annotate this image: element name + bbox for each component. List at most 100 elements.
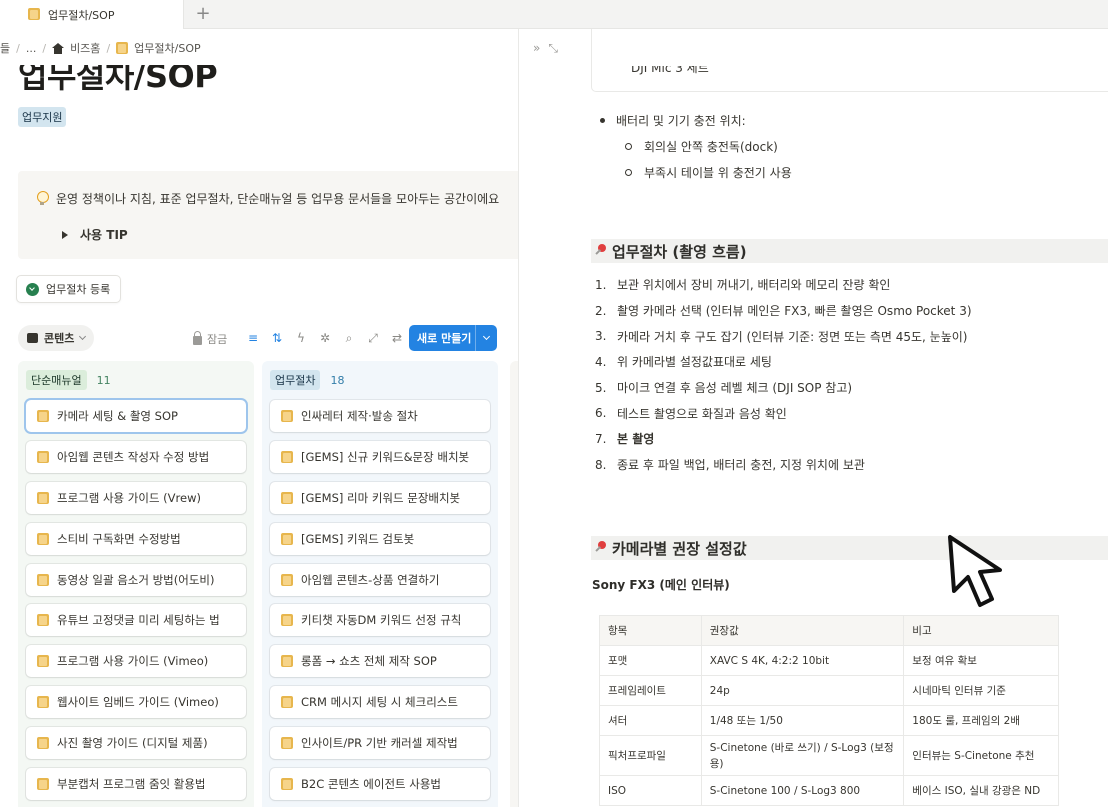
- register-procedure-button[interactable]: 업무절차 등록: [16, 275, 122, 303]
- automation-icon[interactable]: ϟ: [289, 330, 313, 346]
- card-title: 부분캡처 프로그램 줌잇 활용법: [57, 777, 206, 792]
- table-cell: S-Cinetone (바로 쓰기) / S-Log3 (보정용): [700, 735, 905, 776]
- peek-toolbar: » ⤡: [533, 41, 558, 56]
- category-tag[interactable]: 업무지원: [18, 107, 67, 127]
- step-item: 5. 마이크 연결 후 음성 레벨 체크 (DJI SOP 참고): [595, 380, 853, 396]
- settings-icon[interactable]: ⇄: [385, 330, 409, 346]
- board-card[interactable]: 프로그램 사용 가이드 (Vrew): [26, 481, 246, 514]
- folder-icon: [37, 410, 49, 422]
- camera-subheading: Sony FX3 (메인 인터뷰): [592, 578, 730, 592]
- board-card[interactable]: 롱폼 → 쇼츠 전체 제작 SOP: [270, 645, 490, 678]
- table-cell: 포맷: [599, 645, 702, 676]
- page-title: 업무절차/SOP: [18, 57, 218, 95]
- folder-icon: [37, 778, 49, 791]
- home-icon: [52, 42, 65, 54]
- card-title: [GEMS] 리마 키워드 문장배치봇: [301, 490, 461, 505]
- step-item: 4. 위 카메라별 설정값표대로 세팅: [595, 354, 772, 370]
- lock-label: 잠금: [207, 333, 228, 346]
- view-name: 콘텐츠: [44, 332, 75, 345]
- board-card[interactable]: 사진 촬영 가이드 (디지털 제품): [26, 727, 246, 760]
- breadcrumb-item[interactable]: 들: [0, 40, 10, 56]
- board-card[interactable]: [GEMS] 키워드 검토봇: [270, 522, 490, 555]
- folder-icon: [281, 532, 293, 545]
- column-name: 단순매뉴얼: [26, 370, 87, 390]
- board-card[interactable]: 유튜브 고정댓글 미리 세팅하는 법: [26, 604, 246, 637]
- board-card[interactable]: 부분캡처 프로그램 줌잇 활용법: [26, 768, 246, 801]
- board-card[interactable]: 웹사이트 임베드 가이드 (Vimeo): [26, 686, 246, 719]
- board-card[interactable]: 인사이트/PR 기반 캐러셀 제작법: [270, 727, 490, 760]
- register-button-label: 업무절차 등록: [46, 283, 111, 296]
- table-cell: 셔터: [599, 705, 702, 736]
- folder-icon: [281, 696, 293, 709]
- card-title: 인사이트/PR 기반 캐러셀 제작법: [301, 736, 458, 751]
- folder-icon: [28, 8, 40, 20]
- table-cell: 24p: [700, 675, 905, 706]
- toggle-triangle-icon[interactable]: [62, 230, 68, 239]
- folder-icon: [37, 450, 49, 463]
- folder-icon: [37, 696, 49, 709]
- card-title: 롱폼 → 쇼츠 전체 제작 SOP: [301, 654, 437, 669]
- bullet-item: 배터리 및 기기 충전 위치:: [594, 108, 792, 134]
- expand-icon[interactable]: ⤢: [361, 330, 385, 346]
- filter-icon[interactable]: ≡: [241, 330, 265, 346]
- board-card[interactable]: [GEMS] 리마 키워드 문장배치봇: [270, 481, 490, 514]
- search-icon[interactable]: ⌕: [337, 330, 361, 346]
- card-title: 유튜브 고정댓글 미리 세팅하는 법: [57, 613, 220, 628]
- card-title: [GEMS] 신규 키워드&문장 배치봇: [301, 449, 470, 464]
- breadcrumb-item-sop[interactable]: 업무절차/SOP: [134, 40, 200, 56]
- breadcrumb-item-bizhome[interactable]: 비즈홈: [70, 40, 100, 56]
- database-page: 들 / ... / 비즈홈 / 업무절차/SOP 업무절차/SOP 업무지원 운…: [0, 29, 518, 807]
- card-title: 프로그램 사용 가이드 (Vrew): [57, 490, 201, 505]
- close-peek-icon[interactable]: »: [533, 41, 540, 56]
- heading-text: 업무절차 (촬영 흐름): [612, 242, 747, 261]
- card-title: 동영상 일괄 음소거 방법(어도비): [57, 572, 215, 587]
- lock-toggle[interactable]: 잠금: [193, 330, 228, 347]
- step-item: 2. 촬영 카메라 선택 (인터뷰 메인은 FX3, 빠른 촬영은 Osmo Po…: [595, 303, 972, 319]
- breadcrumb-separator: /: [106, 41, 111, 55]
- board-card[interactable]: 아임웹 콘텐츠-상품 연결하기: [270, 563, 490, 596]
- column-name: 업무절차: [270, 370, 321, 390]
- folder-icon: [281, 778, 293, 791]
- section-heading-procedure: 업무절차 (촬영 흐름): [591, 239, 1108, 263]
- film-icon: [27, 333, 38, 343]
- step-item: 1. 보관 위치에서 장비 꺼내기, 배터리와 메모리 잔량 확인: [595, 277, 891, 293]
- expand-page-icon[interactable]: ⤡: [548, 41, 558, 56]
- board-card[interactable]: B2C 콘텐츠 에이전트 사용법: [270, 768, 490, 801]
- tab-sop[interactable]: 업무절차/SOP: [0, 0, 184, 29]
- card-title: 아임웹 콘텐츠 작성자 수정 방법: [57, 449, 210, 464]
- folder-icon: [281, 655, 293, 668]
- table-row: 셔터 1/48 또는 1/50 180도 룰, 프레임의 2배: [599, 705, 1059, 736]
- view-selector[interactable]: 콘텐츠: [18, 325, 95, 351]
- table-row: 픽처프로파일 S-Cinetone (바로 쓰기) / S-Log3 (보정용)…: [599, 735, 1059, 776]
- board-card[interactable]: 키티챗 자동DM 키워드 선정 규칙: [270, 604, 490, 637]
- breadcrumb-ellipsis[interactable]: ...: [26, 42, 37, 55]
- board-card[interactable]: 스티비 구독화면 수정방법: [26, 522, 246, 555]
- board-card[interactable]: [GEMS] 신규 키워드&문장 배치봇: [270, 440, 490, 473]
- toggle-tips[interactable]: 사용 TIP: [62, 226, 128, 243]
- card-title: 카메라 세팅 & 촬영 SOP: [57, 409, 178, 423]
- folder-icon: [37, 655, 49, 668]
- board-card[interactable]: 아임웹 콘텐츠 작성자 수정 방법: [26, 440, 246, 473]
- table-cell: 시네마틱 인터뷰 기준: [903, 675, 1059, 706]
- view-toolbar: 콘텐츠 잠금 ≡ ⇅ ϟ ✲ ⌕ ⤢ ⇄ 새로 만들기: [0, 324, 518, 352]
- sort-icon[interactable]: ⇅: [265, 330, 289, 346]
- new-button-dropdown[interactable]: [476, 332, 497, 341]
- breadcrumb-separator: /: [16, 41, 20, 55]
- folder-icon: [37, 491, 49, 504]
- step-item: 3. 카메라 거치 후 구도 잡기 (인터뷰 기준: 정면 또는 측면 45도, …: [595, 329, 968, 344]
- new-tab-button[interactable]: +: [192, 3, 214, 25]
- board-card[interactable]: CRM 메시지 세팅 시 체크리스트: [270, 686, 490, 719]
- board-card[interactable]: 동영상 일괄 음소거 방법(어도비): [26, 563, 246, 596]
- section-heading-settings: 카메라별 권장 설정값: [591, 536, 1108, 560]
- table-cell: 프레임레이트: [599, 675, 702, 706]
- charging-list: 배터리 및 기기 충전 위치: 회의실 안쪽 충전독(dock) 부족시 테이블…: [594, 108, 792, 186]
- table-cell: XAVC S 4K, 4:2:2 10bit: [700, 645, 905, 676]
- lightbulb-icon: [36, 191, 49, 205]
- board-card[interactable]: 프로그램 사용 가이드 (Vimeo): [26, 645, 246, 678]
- board-card[interactable]: 카메라 세팅 & 촬영 SOP: [26, 400, 246, 432]
- board-column-partial: [510, 361, 518, 807]
- board-card[interactable]: 인싸레터 제작·발송 절차: [270, 400, 490, 432]
- table-header-row: 항목 권장값 비고: [599, 615, 1059, 646]
- new-item-button[interactable]: 새로 만들기: [409, 325, 497, 351]
- magic-icon[interactable]: ✲: [313, 330, 337, 346]
